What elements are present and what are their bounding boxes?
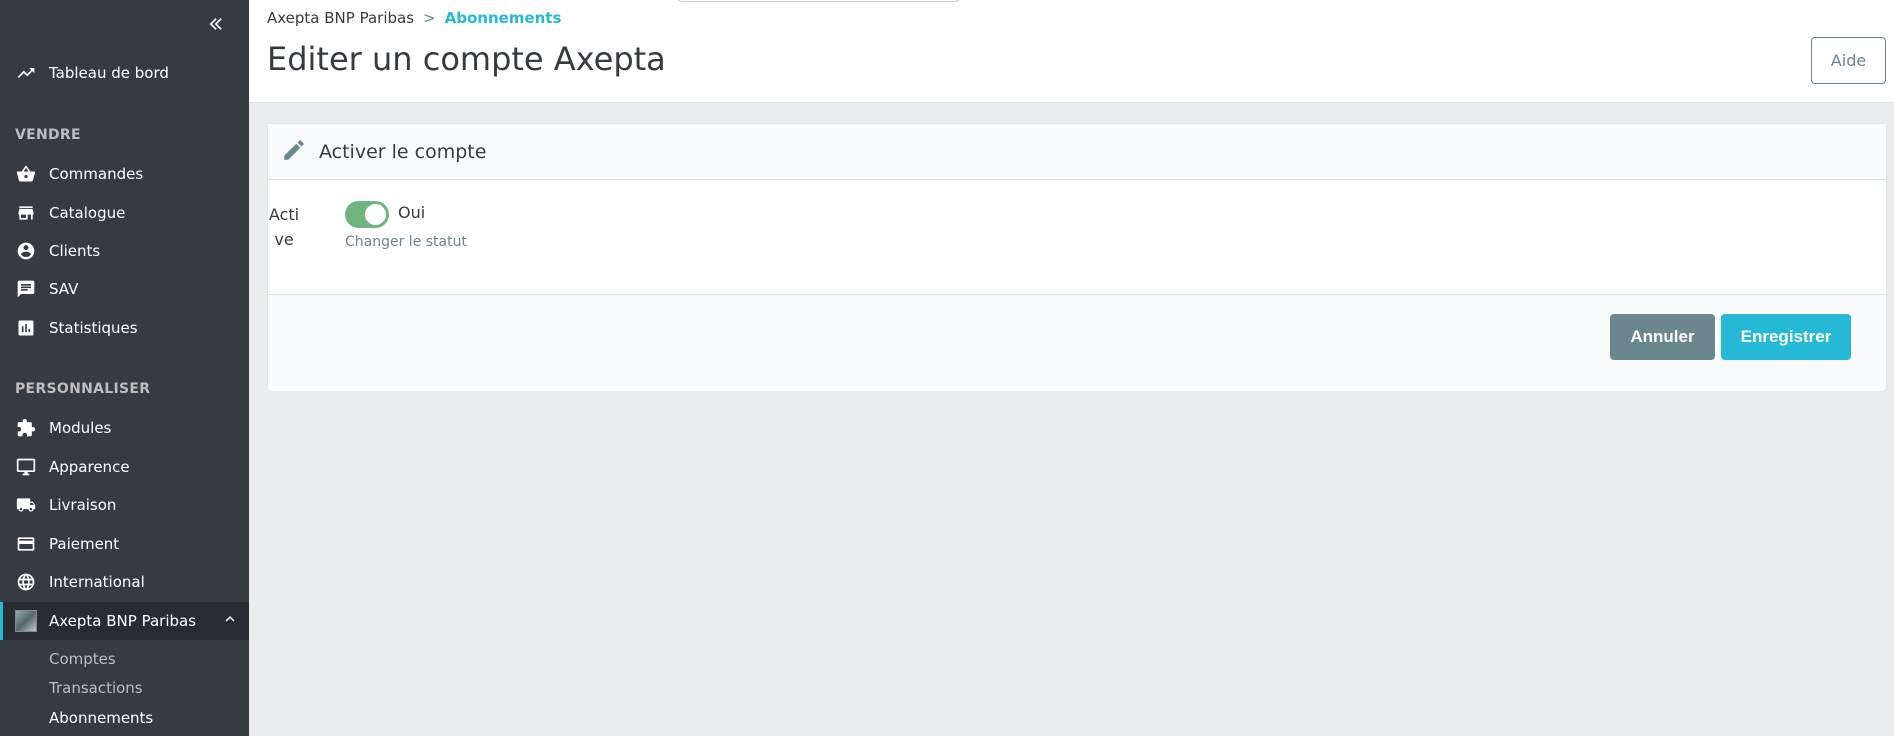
credit-card-icon [15,533,37,555]
module-logo [15,610,37,632]
active-toggle-switch[interactable] [345,201,389,228]
sidebar-item-label: Tableau de bord [49,64,169,82]
shopping-basket-icon [15,163,37,185]
sidebar-item-international[interactable]: International [0,564,249,600]
puzzle-icon [15,417,37,439]
form-card: Activer le compte Acti ve Oui Changer le… [267,123,1887,391]
sidebar-item-label: Statistiques [49,319,138,337]
breadcrumb-separator: > [423,9,436,27]
bar-chart-icon [15,317,37,339]
cancel-button[interactable]: Annuler [1610,314,1715,360]
globe-icon [15,571,37,593]
section-title-sell: VENDRE [15,127,81,143]
sidebar-item-dashboard[interactable]: Tableau de bord [0,55,249,91]
save-button[interactable]: Enregistrer [1721,314,1851,360]
pencil-icon [281,137,307,167]
sidebar-item-payment[interactable]: Paiement [0,526,249,562]
sidebar-item-stats[interactable]: Statistiques [0,310,249,346]
sidebar-item-label: Modules [49,419,112,437]
sidebar-item-label: Livraison [49,496,117,514]
chat-icon [15,278,37,300]
tab-outline [676,0,961,2]
sidebar-subitem-transactions[interactable]: Transactions [49,679,143,697]
sidebar-item-label: International [49,573,145,591]
sidebar-subitem-accounts[interactable]: Comptes [49,650,116,668]
page-title: Editer un compte Axepta [267,40,666,78]
breadcrumb-current[interactable]: Abonnements [445,9,562,27]
card-header: Activer le compte [268,124,1886,180]
sidebar-item-customers[interactable]: Clients [0,233,249,269]
store-icon [15,202,37,224]
active-field-label: Acti ve [266,202,302,252]
sidebar-subitem-subscriptions[interactable]: Abonnements [49,709,153,727]
sidebar-item-label: Commandes [49,165,144,183]
sidebar-item-label: Paiement [49,535,120,553]
card-title: Activer le compte [319,140,487,163]
account-circle-icon [15,240,37,262]
desktop-icon [15,456,37,478]
sidebar: Tableau de bord VENDRE Commandes Catalog… [0,0,249,736]
sidebar-item-label: Apparence [49,458,130,476]
sidebar-item-label: Catalogue [49,204,126,222]
card-footer: Annuler Enregistrer [268,294,1886,391]
sidebar-item-label: SAV [49,280,79,298]
toggle-knob [365,204,386,225]
sidebar-item-label: Clients [49,242,101,260]
sidebar-item-appearance[interactable]: Apparence [0,449,249,485]
sidebar-item-modules[interactable]: Modules [0,410,249,446]
sidebar-item-label: Axepta BNP Paribas [49,612,197,630]
trending-up-icon [15,62,37,84]
active-field-label-line2: ve [274,230,294,249]
field-help-text: Changer le statut [345,234,467,250]
sidebar-item-sav[interactable]: SAV [0,271,249,307]
active-field-label-line1: Acti [268,205,300,224]
sidebar-item-shipping[interactable]: Livraison [0,487,249,523]
toggle-value-label: Oui [398,203,426,222]
sidebar-item-axepta[interactable]: Axepta BNP Paribas [0,602,249,640]
breadcrumb: Axepta BNP Paribas > Abonnements [267,9,561,27]
truck-icon [15,494,37,516]
page-header: Axepta BNP Paribas > Abonnements Editer … [249,0,1894,103]
sidebar-item-catalog[interactable]: Catalogue [0,195,249,231]
sidebar-item-orders[interactable]: Commandes [0,156,249,192]
double-chevron-left-icon[interactable] [205,14,229,38]
chevron-up-icon [221,610,239,628]
help-button[interactable]: Aide [1811,37,1886,84]
section-title-customize: PERSONNALISER [15,381,151,397]
breadcrumb-parent[interactable]: Axepta BNP Paribas [267,9,414,27]
